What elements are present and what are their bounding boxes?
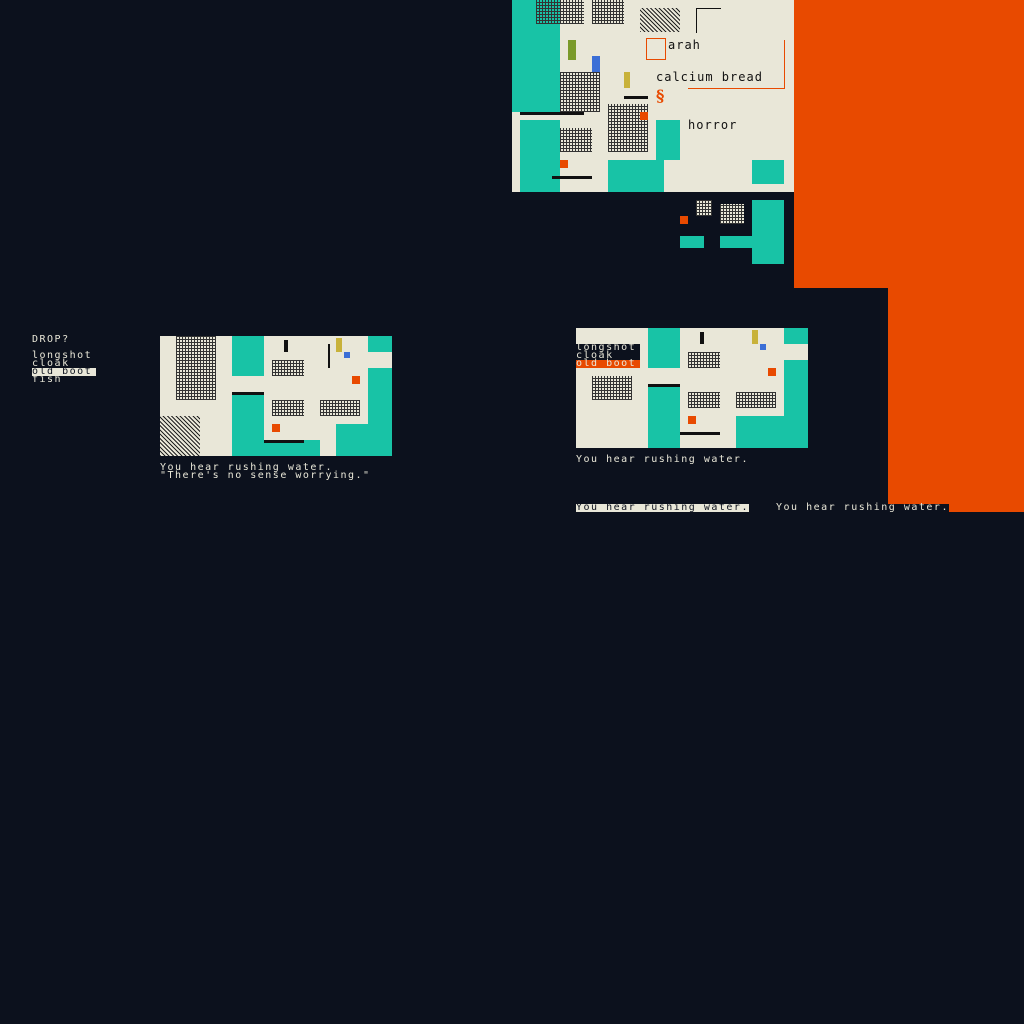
ledge: [624, 96, 648, 99]
inline-menu-item-selected[interactable]: old boot: [576, 359, 640, 369]
water-tile: [520, 120, 560, 192]
rubble-tile: [160, 416, 200, 456]
wall-tile: [592, 376, 632, 400]
wall-tile: [688, 352, 720, 368]
ledge: [328, 344, 330, 368]
water-tile: [680, 236, 704, 248]
sprite-sheet-mood-label: horror: [688, 118, 738, 132]
water-tile: [232, 336, 264, 376]
item-sprite-orange: [768, 368, 776, 376]
wall-tile: [560, 72, 600, 112]
item-sprite-yellow: [752, 330, 758, 344]
wall-tile: [640, 8, 680, 32]
item-sprite-orange: [688, 416, 696, 424]
water-tile: [752, 160, 784, 184]
ledge: [264, 440, 304, 443]
water-tile: [784, 360, 808, 448]
item-sprite-blue: [760, 344, 766, 350]
ledge: [232, 392, 264, 395]
drop-menu: longshot cloak old boot fish: [32, 351, 96, 385]
water-tile: [648, 384, 680, 448]
wall-tile: [736, 392, 776, 408]
water-tile: [608, 160, 664, 192]
item-sprite-yellow: [624, 72, 630, 88]
item-sprite-blue: [592, 56, 600, 72]
bottom-message-highlighted: You hear rushing water.: [576, 502, 749, 513]
item-sprite-blue: [344, 352, 350, 358]
wall-tile: [536, 0, 584, 24]
drop-menu-item[interactable]: fish: [32, 375, 96, 385]
water-tile: [752, 200, 784, 264]
wall-tile: [592, 0, 624, 24]
wall-tile: [688, 392, 720, 408]
corner-frame: [688, 40, 785, 89]
wall-tile: [560, 128, 592, 152]
ledge: [520, 112, 584, 115]
ledge: [648, 384, 680, 387]
water-tile: [784, 328, 808, 344]
game-map-left: [160, 336, 392, 456]
water-tile: [656, 120, 680, 160]
letter-icon: §: [656, 86, 665, 105]
bottom-message: You hear rushing water.: [776, 502, 949, 513]
water-tile: [368, 336, 392, 352]
wall-tile: [176, 336, 216, 400]
player-sprite: [700, 332, 704, 344]
item-sprite-orange: [272, 424, 280, 432]
orange-panel: [794, 0, 1024, 288]
name-frame: [646, 38, 666, 60]
wall-tile: [272, 360, 304, 376]
drop-menu-title: DROP?: [32, 334, 70, 345]
water-tile: [648, 328, 680, 368]
wall-tile: [720, 204, 744, 224]
wall-tile: [320, 400, 360, 416]
water-tile: [368, 368, 392, 456]
water-tile: [232, 392, 264, 456]
orange-panel-lower: [888, 288, 1024, 512]
message-line: "There's no sense worrying.": [160, 470, 371, 481]
ledge: [552, 176, 592, 179]
message-line-right: You hear rushing water.: [576, 454, 749, 465]
inline-drop-menu: longshot cloak old boot: [576, 343, 640, 369]
item-sprite-orange: [560, 160, 568, 168]
player-sprite: [284, 340, 288, 352]
message-log-left: You hear rushing water. "There's no sens…: [160, 463, 371, 481]
water-tile: [720, 236, 752, 248]
item-sprite-orange: [680, 216, 688, 224]
ledge: [680, 432, 720, 435]
item-sprite-orange: [640, 112, 648, 120]
item-sprite-orange: [352, 376, 360, 384]
item-sprite-green: [568, 40, 576, 60]
wall-tile: [696, 200, 712, 216]
corner-frame: [696, 8, 721, 33]
wall-tile: [272, 400, 304, 416]
item-sprite-yellow: [336, 338, 342, 352]
